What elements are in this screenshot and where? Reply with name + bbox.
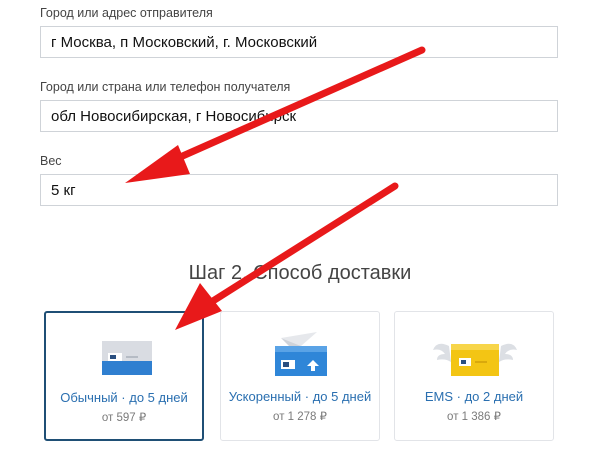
parcel-icon <box>46 333 202 383</box>
express-parcel-icon <box>221 332 379 382</box>
delivery-option-standard[interactable]: Обычный · до 5 дней от 597 ₽ <box>44 311 204 441</box>
delivery-option-title: Обычный · до 5 дней <box>60 390 188 405</box>
red-arrow-to-standard-option <box>175 182 399 330</box>
delivery-option-title: EMS · до 2 дней <box>424 389 524 404</box>
delivery-option-price: от 1 386 ₽ <box>447 411 501 423</box>
weight-label: Вес <box>40 154 62 168</box>
sender-label: Город или адрес отправителя <box>40 6 213 20</box>
delivery-option-ems[interactable]: EMS · до 2 дней от 1 386 ₽ <box>394 311 554 441</box>
recipient-label: Город или страна или телефон получателя <box>40 80 291 94</box>
delivery-option-express[interactable]: Ускоренный · до 5 дней от 1 278 ₽ <box>220 311 380 441</box>
recipient-address-input[interactable]: обл Новосибирская, г Новосибирск <box>40 100 558 132</box>
winged-box-icon <box>395 332 553 382</box>
delivery-option-title: Ускоренный · до 5 дней <box>228 389 372 404</box>
sender-address-input[interactable]: г Москва, п Московский, г. Московский <box>40 26 558 58</box>
delivery-option-price: от 1 278 ₽ <box>273 411 327 423</box>
weight-input[interactable]: 5 кг <box>40 174 558 206</box>
delivery-option-price: от 597 ₽ <box>101 412 147 424</box>
step-2-title: Шаг 2. Способ доставки <box>188 262 412 284</box>
